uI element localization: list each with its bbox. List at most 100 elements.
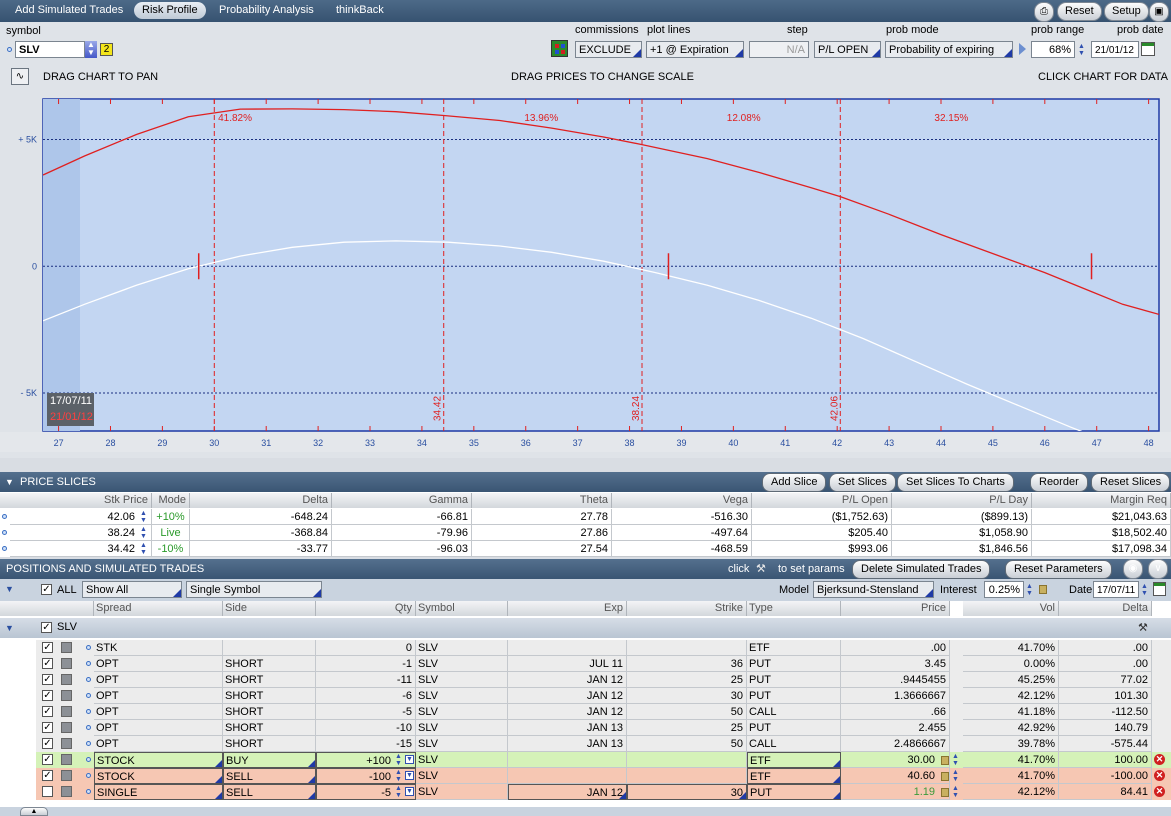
positions-col-type[interactable]: Type [747, 601, 841, 616]
price-slices-col-delta[interactable]: Delta [190, 493, 332, 508]
price-slices-col-mode[interactable]: Mode [152, 493, 190, 508]
filter-collapse-icon[interactable]: ▼ [5, 584, 14, 594]
expand-panel-button[interactable]: ▲ [20, 807, 48, 816]
positions-col-qty[interactable]: Qty [316, 601, 416, 616]
price-spinner[interactable]: ▲ ▼ [951, 769, 960, 783]
positions-col-exp[interactable]: Exp [508, 601, 627, 616]
dropdown-arrow-icon[interactable] [215, 792, 222, 799]
price-slices-col-price[interactable]: Stk Price [0, 493, 152, 508]
play-arrow-icon[interactable] [1019, 43, 1026, 55]
positions-col-price[interactable]: Price [841, 601, 950, 616]
row-color-swatch[interactable] [61, 642, 72, 653]
plot-background[interactable] [42, 98, 1160, 432]
positions-col-side[interactable]: Side [223, 601, 316, 616]
row-checkbox[interactable] [42, 786, 53, 797]
positions-col-symbol[interactable]: Symbol [416, 601, 508, 616]
row-color-swatch[interactable] [61, 690, 72, 701]
row-dot-icon[interactable] [86, 741, 91, 746]
chart-settings-icon[interactable]: ∿ [11, 68, 29, 85]
reorder-button[interactable]: Reorder [1030, 473, 1088, 492]
price-slices-col-pl_open[interactable]: P/L Open [752, 493, 892, 508]
show-dropdown[interactable]: Show All [82, 581, 182, 598]
slice-price-spinner[interactable]: ▲ ▼ [139, 542, 148, 556]
prob-date-input[interactable]: 21/01/12 [1091, 41, 1139, 58]
delete-row-icon[interactable]: ✕ [1154, 786, 1165, 797]
row-checkbox[interactable]: ✓ [42, 738, 53, 749]
slice-row-dot-icon[interactable] [2, 514, 7, 519]
row-dot-icon[interactable] [86, 693, 91, 698]
slice-cell-price[interactable]: 42.06 [10, 509, 152, 525]
slice-cell-price[interactable]: 38.24 [10, 525, 152, 541]
qty-spinner[interactable]: ▲ ▼ [394, 785, 403, 799]
tab-thinkback[interactable]: thinkBack [328, 2, 392, 19]
dropdown-arrow-icon[interactable] [308, 792, 315, 799]
row-checkbox[interactable]: ✓ [42, 642, 53, 653]
dropdown-arrow-icon[interactable] [739, 792, 746, 799]
positions-col-strike[interactable]: Strike [627, 601, 747, 616]
row-dot-icon[interactable] [86, 757, 91, 762]
interest-spinner[interactable]: ▲ ▼ [1025, 583, 1034, 597]
row-color-swatch[interactable] [61, 722, 72, 733]
add-slice-button[interactable]: Add Slice [762, 473, 827, 492]
plot-lines-dropdown[interactable]: +1 @ Expiration [646, 41, 744, 58]
qty-dropdown-icon[interactable]: ▼ [405, 787, 414, 796]
position-cell-spread[interactable]: STOCK [94, 768, 223, 784]
row-dot-icon[interactable] [86, 725, 91, 730]
reset-parameters-button[interactable]: Reset Parameters [1005, 560, 1112, 579]
dropdown-arrow-icon[interactable] [308, 776, 315, 783]
camera-icon[interactable]: ◉ [1123, 559, 1143, 579]
position-cell-type[interactable]: PUT [747, 784, 841, 800]
linked-badge[interactable]: 2 [100, 43, 113, 56]
qty-dropdown-icon[interactable]: ▼ [405, 755, 414, 764]
pl-mode-dropdown[interactable]: P/L OPEN [814, 41, 881, 58]
prob-mode-dropdown[interactable]: Probability of expiring [885, 41, 1013, 58]
save-icon[interactable]: ▣ [1149, 2, 1169, 22]
row-color-swatch[interactable] [61, 674, 72, 685]
row-color-swatch[interactable] [61, 754, 72, 765]
row-checkbox[interactable]: ✓ [42, 722, 53, 733]
tab-probability-analysis[interactable]: Probability Analysis [211, 2, 322, 19]
slice-row-dot-icon[interactable] [2, 530, 7, 535]
row-checkbox[interactable]: ✓ [42, 754, 53, 765]
row-checkbox[interactable]: ✓ [42, 690, 53, 701]
qty-dropdown-icon[interactable]: ▼ [405, 771, 414, 780]
row-color-swatch[interactable] [61, 658, 72, 669]
setup-button[interactable]: Setup [1104, 2, 1149, 21]
symbol-input[interactable]: SLV [15, 41, 85, 58]
step-input[interactable]: N/A [749, 41, 809, 58]
dropdown-arrow-icon[interactable] [215, 776, 222, 783]
date-input[interactable]: 17/07/11 [1093, 581, 1139, 598]
dropdown-arrow-icon[interactable] [833, 776, 840, 783]
price-slices-col-vega[interactable]: Vega [612, 493, 752, 508]
set-slices-button[interactable]: Set Slices [829, 473, 896, 492]
interest-lock-icon[interactable] [1039, 585, 1047, 594]
row-dot-icon[interactable] [86, 789, 91, 794]
symbol-spinner[interactable]: ▲ ▼ [85, 41, 97, 58]
collapse-arrow-icon[interactable]: ▼ [5, 472, 14, 492]
model-dropdown[interactable]: Bjerksund-Stensland [813, 581, 934, 598]
row-checkbox[interactable]: ✓ [42, 674, 53, 685]
print-icon[interactable]: ⎙ [1034, 2, 1054, 22]
tab-add-simulated-trades[interactable]: Add Simulated Trades [7, 2, 131, 19]
price-lock-icon[interactable] [941, 772, 949, 781]
row-color-swatch[interactable] [61, 706, 72, 717]
dropdown-arrow-icon[interactable] [833, 792, 840, 799]
reset-slices-button[interactable]: Reset Slices [1091, 473, 1171, 492]
row-color-swatch[interactable] [61, 786, 72, 797]
price-lock-icon[interactable] [941, 756, 949, 765]
slice-cell-price[interactable]: 34.42 [10, 541, 152, 557]
symbol-group-row[interactable]: ▼ ✓ SLV ⚒ [0, 618, 1171, 638]
reset-button[interactable]: Reset [1057, 2, 1102, 21]
dropdown-arrow-icon[interactable] [619, 792, 626, 799]
date-spinner[interactable]: ▲ ▼ [1140, 583, 1149, 597]
qty-spinner[interactable]: ▲ ▼ [394, 753, 403, 767]
positions-col-delta[interactable]: Delta [1059, 601, 1152, 616]
date-calendar-icon[interactable] [1153, 582, 1166, 596]
price-spinner[interactable]: ▲ ▼ [951, 753, 960, 767]
positions-col-vol[interactable]: Vol [963, 601, 1059, 616]
qty-spinner[interactable]: ▲ ▼ [394, 769, 403, 783]
dropdown-arrow-icon[interactable] [215, 760, 222, 767]
calendar-icon[interactable] [1141, 42, 1155, 56]
color-grid-icon[interactable] [551, 40, 568, 57]
dropdown-arrow-icon[interactable] [308, 760, 315, 767]
